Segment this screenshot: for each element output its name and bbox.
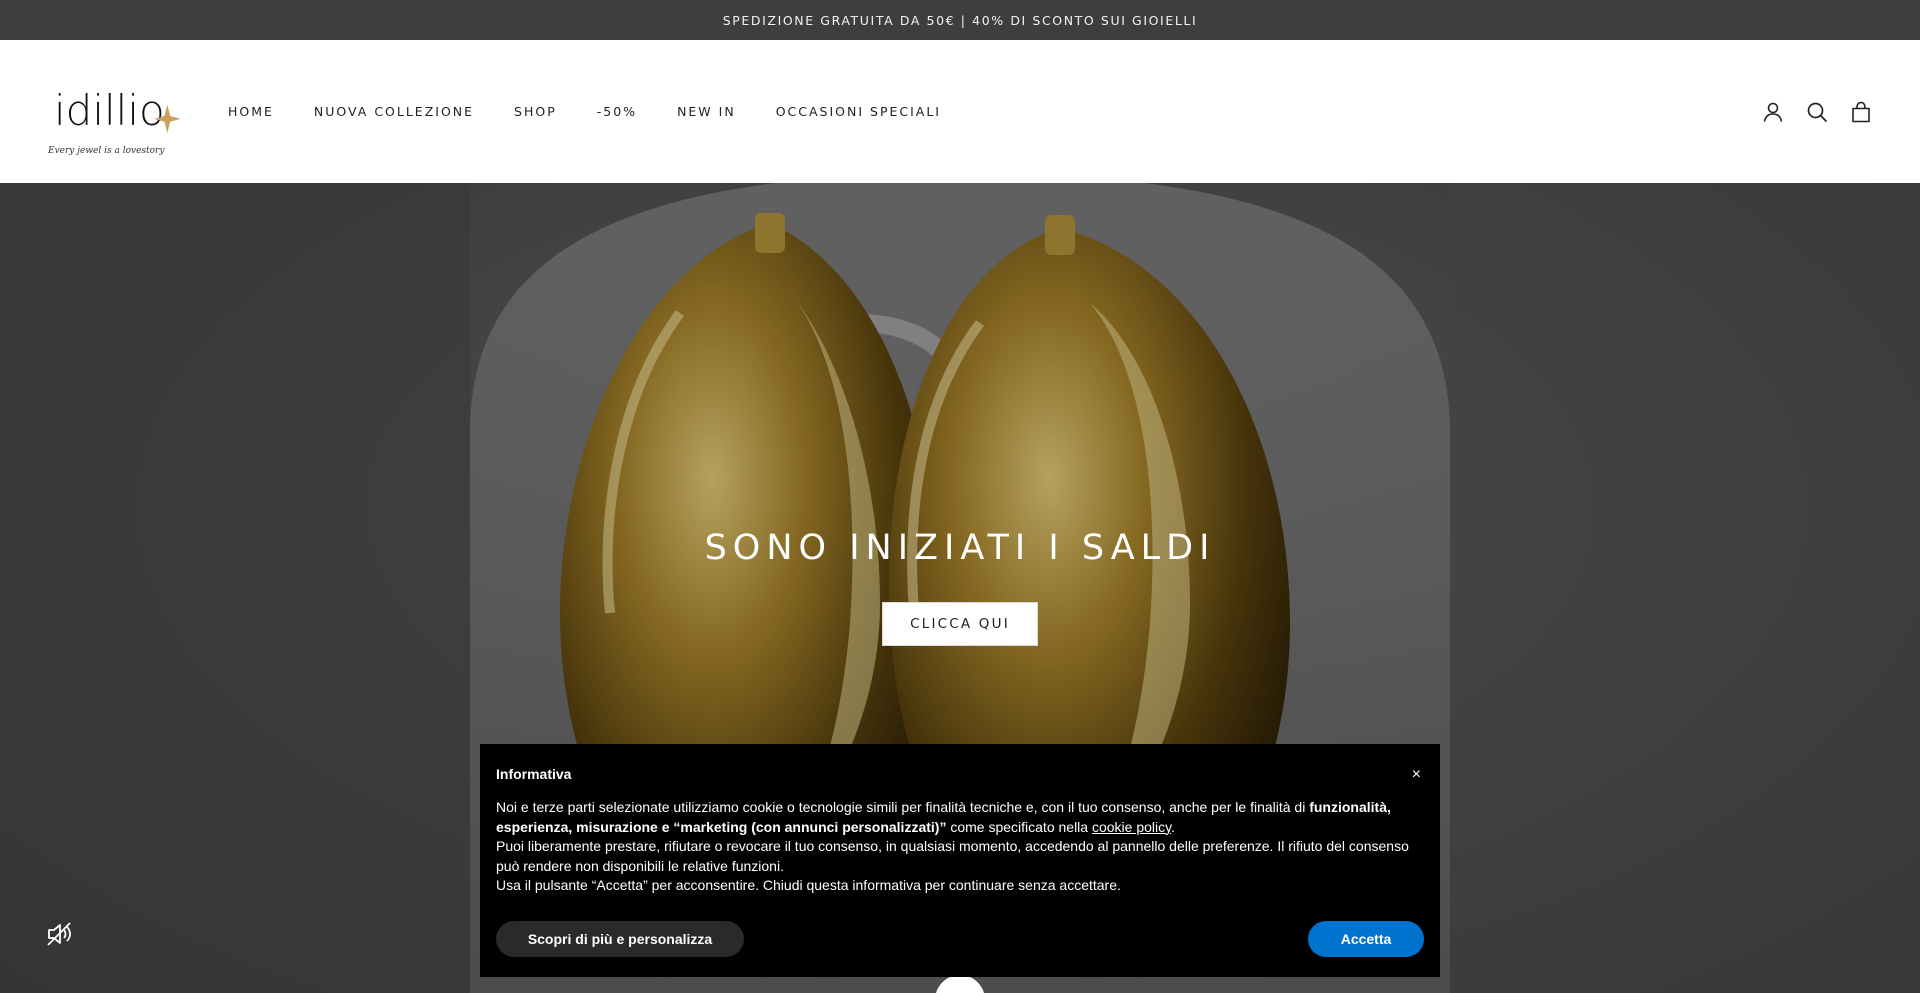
cookie-policy-link[interactable]: cookie policy <box>1092 819 1171 835</box>
announcement-bar: SPEDIZIONE GRATUITA DA 50€ | 40% DI SCON… <box>0 0 1920 40</box>
cookie-text: Noi e terze parti selezionate utilizziam… <box>496 798 1426 896</box>
announcement-text: SPEDIZIONE GRATUITA DA 50€ | 40% DI SCON… <box>722 12 1198 28</box>
cookie-p1-d: . <box>1171 818 1175 835</box>
cookie-p1-a: Noi e terze parti selezionate utilizziam… <box>496 799 1310 815</box>
accept-button[interactable]: Accetta <box>1308 921 1424 957</box>
main-nav: HOME NUOVA COLLEZIONE SHOP -50% NEW IN O… <box>228 40 941 183</box>
cookie-p3: Usa il pulsante “Accetta” per acconsenti… <box>496 877 1121 894</box>
nav-occasioni-speciali[interactable]: OCCASIONI SPECIALI <box>776 104 941 119</box>
nav-sale[interactable]: -50% <box>597 104 637 119</box>
logo-tagline: Every jewel is a lovestory <box>47 146 165 156</box>
cookie-banner: Informativa × Noi e terze parti selezion… <box>480 744 1440 977</box>
scroll-down-button[interactable] <box>935 975 985 993</box>
logo[interactable]: idillio Every jewel is a lovestory <box>46 63 192 161</box>
logo-wordmark: idillio <box>54 86 165 135</box>
nav-shop[interactable]: SHOP <box>514 104 557 119</box>
account-icon[interactable] <box>1762 101 1784 123</box>
nav-new-in[interactable]: NEW IN <box>677 104 736 119</box>
search-icon[interactable] <box>1806 101 1828 123</box>
customize-button[interactable]: Scopri di più e personalizza <box>496 921 744 957</box>
close-icon[interactable]: × <box>1412 766 1421 784</box>
header-icons <box>1762 40 1872 183</box>
cookie-p1-c: come specificato nella <box>946 818 1092 835</box>
site-header: idillio Every jewel is a lovestory HOME … <box>0 40 1920 183</box>
nav-nuova-collezione[interactable]: NUOVA COLLEZIONE <box>314 104 474 119</box>
cookie-title: Informativa <box>496 766 572 782</box>
hero-title: SONO INIZIATI I SALDI <box>704 528 1216 568</box>
mute-icon[interactable] <box>46 921 74 947</box>
cookie-p2: Puoi liberamente prestare, rifiutare o r… <box>496 838 1409 874</box>
nav-home[interactable]: HOME <box>228 104 274 119</box>
hero-cta-button[interactable]: CLICCA QUI <box>882 602 1038 646</box>
chevron-down-icon <box>935 975 985 993</box>
bag-icon[interactable] <box>1850 101 1872 123</box>
